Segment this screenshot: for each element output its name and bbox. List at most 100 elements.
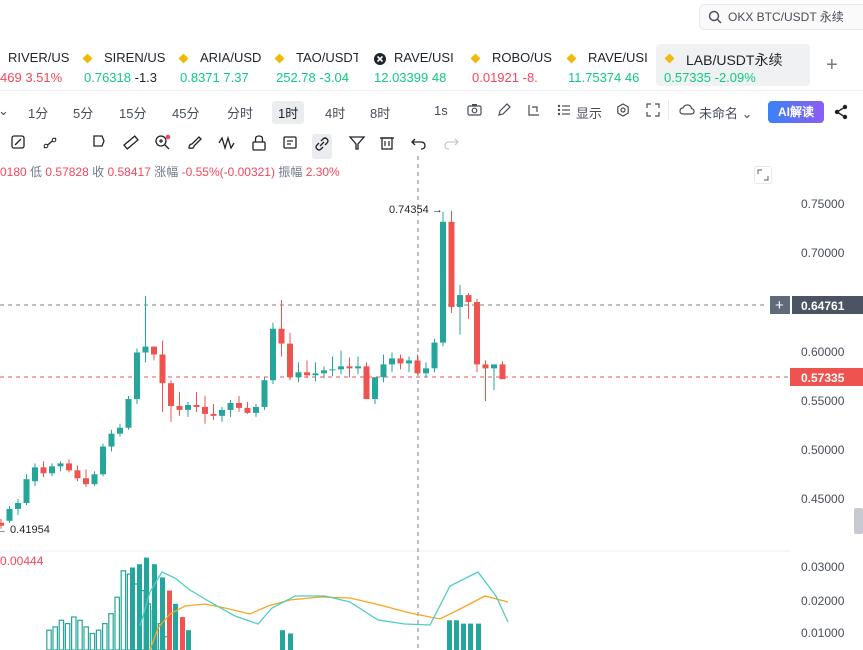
price-axis-label: 0.75000: [801, 197, 845, 211]
interval-15m[interactable]: 15分: [119, 103, 146, 122]
volume-info: 0.00444: [0, 554, 44, 568]
price-axis-label: 0.70000: [801, 246, 845, 260]
drawing-toolbar: [0, 132, 863, 159]
pattern-icon[interactable]: [218, 134, 236, 157]
candle-body: [329, 369, 336, 371]
trend-line-icon[interactable]: [42, 134, 60, 157]
candle-body: [253, 406, 259, 413]
interval-45m[interactable]: 45分: [172, 103, 199, 122]
candle-body: [74, 470, 81, 479]
ticker-name: ROBO/US: [492, 50, 552, 65]
indicator-icon[interactable]: [527, 103, 541, 120]
lock-icon[interactable]: [250, 134, 268, 157]
volume-bar: [108, 613, 114, 650]
interval-1m[interactable]: 1分: [28, 103, 48, 122]
add-tab-button[interactable]: +: [826, 54, 838, 77]
volume-bar: [83, 626, 90, 650]
volume-bar: [447, 620, 452, 650]
flag-icon[interactable]: [90, 134, 108, 157]
volume-bar: [280, 630, 285, 650]
volume-bar: [288, 633, 293, 650]
display-icon[interactable]: [557, 103, 571, 120]
plus-icon: +: [775, 297, 784, 314]
ticker-tab-aria[interactable]: ARIA/USD 0.8371 7.37: [178, 44, 264, 86]
candle-body: [431, 342, 438, 369]
ticker-bar: RIVER/US 469 3.51% SIREN/US 0.76318 -1.3…: [0, 40, 863, 91]
candle-body: [346, 366, 353, 369]
volume-histogram: [46, 557, 481, 650]
interval-4h[interactable]: 4时: [325, 103, 345, 122]
ticker-tab-lab-active[interactable]: LAB/USDT永续 0.57335 -2.09%: [656, 44, 810, 86]
ticker-tab-siren[interactable]: SIREN/US 0.76318 -1.3: [82, 44, 168, 86]
chevron-down-icon: ⌄: [741, 106, 753, 121]
volume-bar: [468, 623, 473, 650]
ticker-tab-tao[interactable]: TAO/USDT 252.78 -3.04: [274, 44, 358, 86]
cross-coin-icon: [374, 52, 386, 65]
candle-body: [414, 360, 421, 374]
seconds-interval[interactable]: 1s: [434, 103, 448, 118]
candle-body: [236, 402, 242, 408]
candle-body: [397, 358, 404, 364]
undo-icon[interactable]: [410, 134, 428, 157]
volume-bar: [64, 623, 71, 650]
candle-body: [465, 295, 472, 303]
ruler-icon[interactable]: [122, 134, 140, 157]
coin-icon: [664, 53, 675, 64]
interval-time-share[interactable]: 分时: [227, 103, 253, 122]
note-icon[interactable]: [282, 134, 300, 157]
volume-bar: [77, 619, 83, 650]
candle-body: [210, 413, 217, 416]
share-icon[interactable]: [833, 104, 849, 125]
volume-bar: [89, 632, 96, 650]
volume-bar: [160, 577, 165, 650]
candle-body: [219, 409, 225, 416]
candle-body: [117, 427, 123, 434]
ticker-tab-river[interactable]: RIVER/US 469 3.51%: [0, 44, 70, 86]
candle-body: [23, 479, 30, 503]
search-input[interactable]: [728, 9, 863, 25]
candle-body: [278, 328, 285, 344]
volume-bar: [130, 567, 135, 650]
low-marker: ← 0.41954: [0, 524, 50, 536]
redo-icon[interactable]: [442, 134, 460, 157]
ticker-name: ARIA/USD: [200, 50, 262, 65]
coin-icon: [470, 53, 481, 64]
more-intervals-icon[interactable]: ⌄: [0, 103, 9, 119]
interval-8h[interactable]: 8时: [370, 103, 390, 122]
cloud-icon[interactable]: [679, 103, 695, 120]
candle-body: [304, 372, 310, 376]
ticker-name: TAO/USDT: [296, 50, 358, 65]
trash-icon[interactable]: [378, 134, 396, 157]
ai-interpret-button[interactable]: AI解读: [768, 101, 824, 123]
interval-5m[interactable]: 5分: [73, 103, 93, 122]
ticker-tab-robo[interactable]: ROBO/US 0.01921 -8.: [470, 44, 552, 86]
settings-icon[interactable]: [616, 103, 630, 120]
magnet-icon[interactable]: [10, 134, 28, 157]
candle-body: [151, 346, 157, 355]
ticker-price: 0.01921 -8.: [472, 70, 538, 85]
zoom-in-icon[interactable]: [154, 134, 172, 157]
ticker-tab-rave-2[interactable]: RAVE/USI 11.75374 46: [566, 44, 650, 86]
ticker-tab-rave-1[interactable]: RAVE/USI 12.03399 48: [372, 44, 456, 86]
ticker-price: 0.57335 -2.09%: [664, 70, 756, 85]
pen-icon[interactable]: [497, 103, 511, 120]
ticker-name: RIVER/US: [8, 50, 70, 65]
candle-body: [448, 221, 455, 307]
filter-icon[interactable]: [348, 134, 366, 157]
candle-body: [499, 364, 506, 380]
signal-line: [139, 571, 509, 627]
volume-bar: [137, 564, 142, 650]
camera-icon[interactable]: [467, 103, 482, 120]
scroll-handle[interactable]: [854, 508, 863, 534]
volume-bar: [454, 620, 459, 650]
fullscreen-icon[interactable]: [646, 103, 660, 120]
candle-body: [40, 467, 47, 474]
display-label[interactable]: 显示: [576, 103, 602, 122]
price-chart[interactable]: 0.75000 0.70000 0.60000 0.55000 0.50000 …: [0, 156, 863, 650]
ticker-price: 11.75374 46: [568, 70, 640, 85]
interval-1h[interactable]: 1时: [272, 101, 305, 124]
search-box[interactable]: [699, 4, 863, 30]
ticker-name: RAVE/USI: [588, 50, 648, 65]
brush-icon[interactable]: [186, 134, 204, 157]
layout-name-dropdown[interactable]: 未命名 ⌄: [699, 103, 753, 122]
